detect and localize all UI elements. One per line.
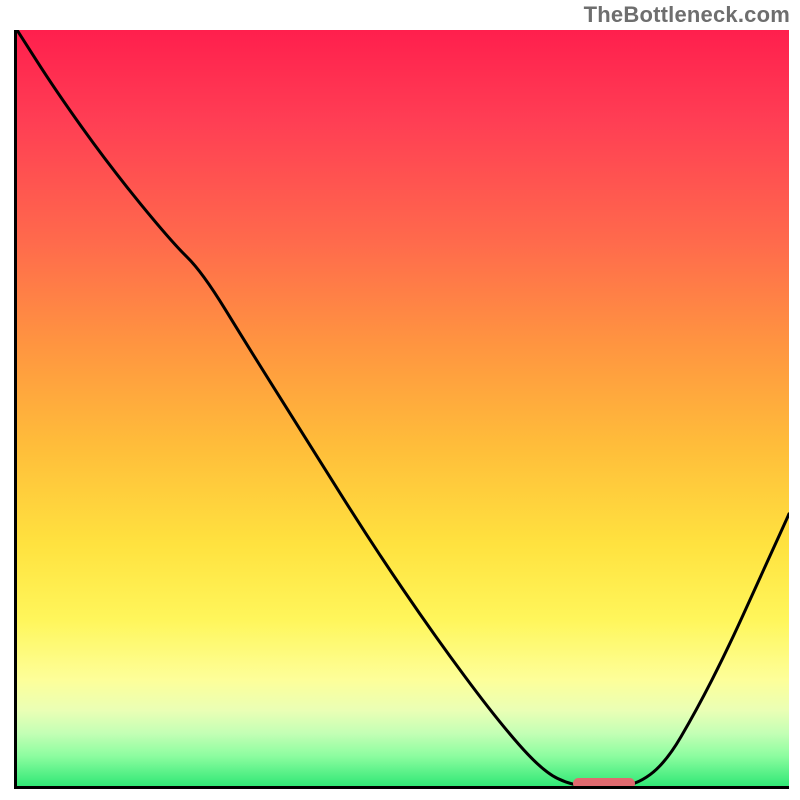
watermark-text: TheBottleneck.com (584, 2, 790, 28)
optimal-range-marker (573, 778, 635, 789)
bottleneck-curve (17, 30, 789, 786)
chart-frame: TheBottleneck.com (0, 0, 800, 800)
plot-area (14, 30, 789, 789)
